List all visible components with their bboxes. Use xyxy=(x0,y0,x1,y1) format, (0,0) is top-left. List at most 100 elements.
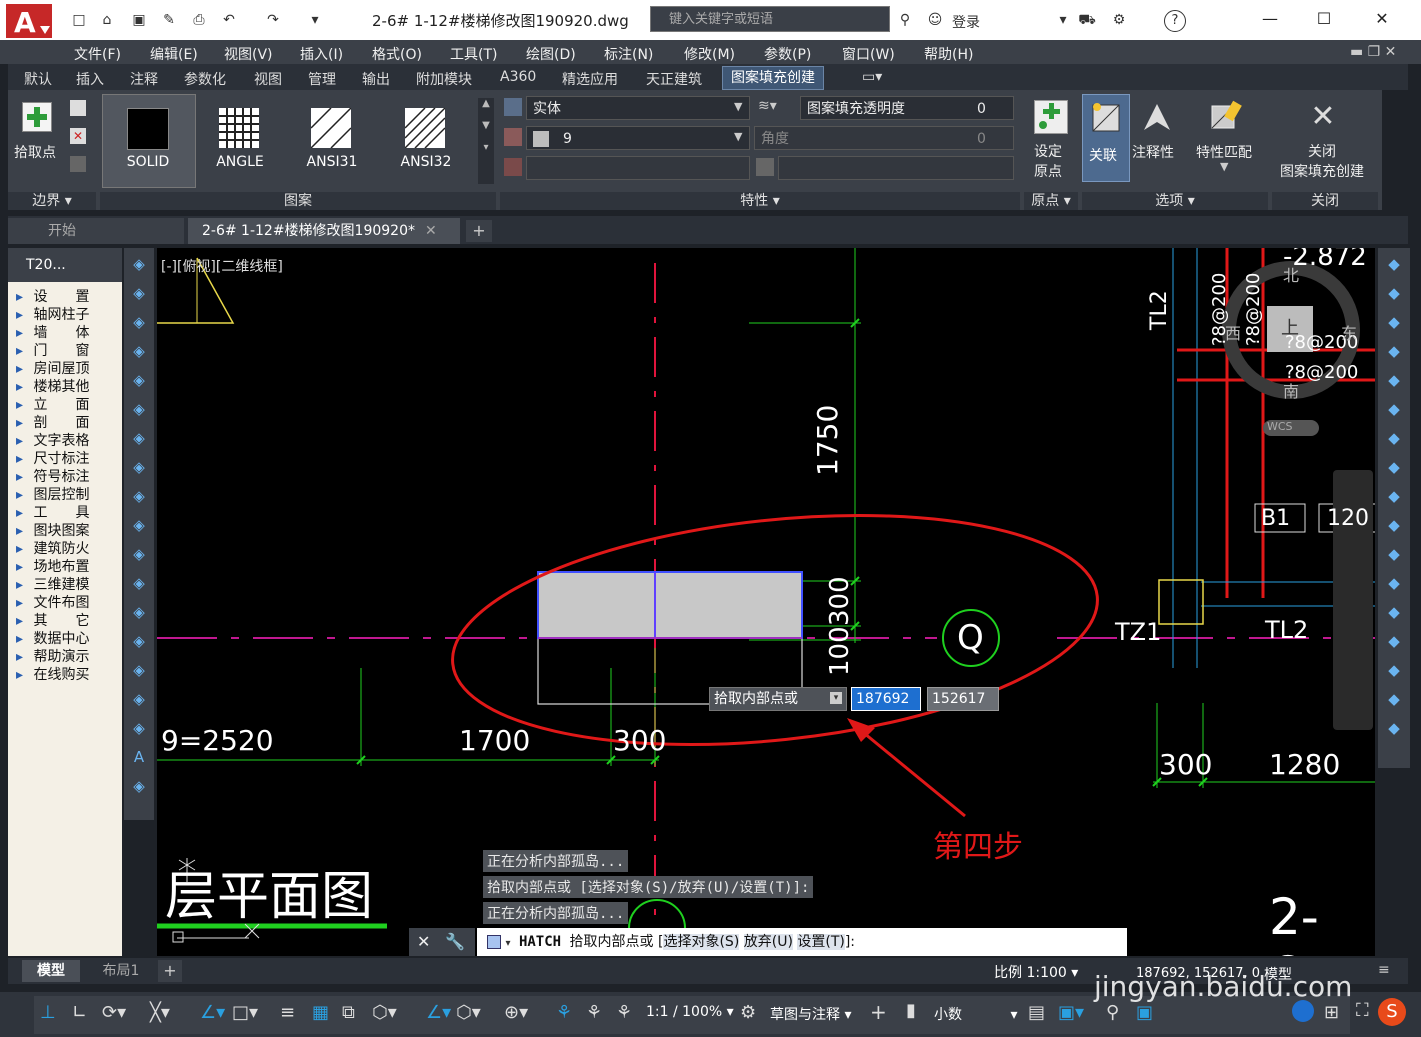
associative-button[interactable]: 关联 xyxy=(1082,94,1130,182)
new-file-icon[interactable]: □ xyxy=(68,10,90,30)
expand-arrow-icon[interactable]: ▸ xyxy=(16,451,27,467)
palette-item[interactable]: ▸ 房间屋顶 xyxy=(16,358,89,378)
palette-item[interactable]: ▸ 符号标注 xyxy=(16,466,89,486)
expand-arrow-icon[interactable]: ▸ xyxy=(16,577,27,593)
isolate-objects-icon[interactable]: ⚲ xyxy=(1106,1002,1119,1023)
close-command-icon[interactable]: ✕ xyxy=(417,932,430,951)
revcloud-tool-icon[interactable]: ◈ xyxy=(129,428,149,448)
set-origin-label[interactable]: 设定 原点 xyxy=(1034,142,1062,182)
close-hatch-icon[interactable]: ✕ xyxy=(1306,100,1340,134)
tab-layout1[interactable]: 布局1 xyxy=(88,960,154,982)
expand-arrow-icon[interactable]: ▸ xyxy=(16,505,27,521)
menu-dimension[interactable]: 标注(N) xyxy=(604,44,653,64)
tab-tangent[interactable]: 天正建筑 xyxy=(646,69,702,89)
annotative-icon[interactable] xyxy=(1142,102,1172,132)
tab-parametric[interactable]: 参数化 xyxy=(184,69,226,89)
auto-scale-icon[interactable]: ⚘ xyxy=(586,1002,602,1023)
selection-cycling-icon[interactable]: ⧉ xyxy=(342,1002,355,1023)
customization-icon[interactable]: ⊞ xyxy=(1324,1002,1339,1023)
menu-edit[interactable]: 编辑(E) xyxy=(150,44,198,64)
circle-tool-icon[interactable]: ◈ xyxy=(129,399,149,419)
expand-arrow-icon[interactable]: ▸ xyxy=(16,631,27,647)
cart-icon[interactable]: ⛟ xyxy=(1076,10,1098,30)
tab-default[interactable]: 默认 xyxy=(24,69,52,89)
tab-a360[interactable]: A360 xyxy=(500,69,536,85)
palette-title[interactable]: T20... xyxy=(8,248,122,282)
pattern-ansi32[interactable]: ANSI32 xyxy=(384,96,468,180)
palette-item[interactable]: ▸ 立 面 xyxy=(16,394,89,414)
transparency-field[interactable]: 图案填充透明度 0 xyxy=(800,96,1014,120)
undo-icon[interactable]: ↶ xyxy=(218,10,240,30)
trim-tool-icon[interactable]: ◆ xyxy=(1384,515,1404,535)
rotate-tool-icon[interactable]: ◆ xyxy=(1384,428,1404,448)
option-select-objects[interactable]: 选择对象(S) xyxy=(663,934,740,950)
expand-arrow-icon[interactable]: ▸ xyxy=(16,541,27,557)
dynamic-input-x[interactable]: 187692 xyxy=(851,687,921,711)
set-origin-icon[interactable] xyxy=(1034,100,1068,134)
viewcube-top[interactable]: 上 xyxy=(1281,314,1299,340)
polygon-tool-icon[interactable]: ◈ xyxy=(129,312,149,332)
hatch-tool-icon[interactable]: ◈ xyxy=(129,631,149,651)
dynamic-input-y[interactable]: 152617 xyxy=(927,687,999,711)
arc-tool-icon[interactable]: ◈ xyxy=(129,370,149,390)
expand-arrow-icon[interactable]: ▸ xyxy=(16,613,27,629)
workspace-gear-icon[interactable]: ⚙ xyxy=(740,1002,756,1023)
array-tool-icon[interactable]: ◆ xyxy=(1384,370,1404,390)
background-color-select[interactable] xyxy=(526,156,750,180)
rectangle-tool-icon[interactable]: ◈ xyxy=(129,341,149,361)
palette-item[interactable]: ▸ 剖 面 xyxy=(16,412,89,432)
mirror-tool-icon[interactable]: ◆ xyxy=(1384,312,1404,332)
ortho-icon[interactable]: ∟ xyxy=(72,1002,87,1023)
command-icon[interactable] xyxy=(487,935,501,949)
selection-filter-icon[interactable]: ⬡▾ xyxy=(456,1002,481,1023)
login-dropdown-icon[interactable]: ▾ xyxy=(1052,10,1074,30)
copy-tool-icon[interactable]: ◆ xyxy=(1384,283,1404,303)
expand-arrow-icon[interactable]: ▸ xyxy=(16,595,27,611)
new-tab-button[interactable]: + xyxy=(466,220,492,242)
save-as-icon[interactable]: ✎ xyxy=(158,10,180,30)
annotation-monitor-icon[interactable]: + xyxy=(870,1000,887,1024)
menu-draw[interactable]: 绘图(D) xyxy=(526,44,576,64)
region-tool-icon[interactable]: ◈ xyxy=(129,689,149,709)
autocad-logo-icon[interactable]: A xyxy=(6,4,52,39)
scale-tool-icon[interactable]: ◆ xyxy=(1384,457,1404,477)
section-boundary[interactable]: 边界 ▾ xyxy=(8,192,96,210)
expand-arrow-icon[interactable]: ▸ xyxy=(16,343,27,359)
line-tool-icon[interactable]: ◈ xyxy=(129,254,149,274)
scale-field[interactable] xyxy=(778,156,1014,180)
expand-arrow-icon[interactable]: ▸ xyxy=(16,361,27,377)
remove-boundary-icon[interactable]: ✕ xyxy=(70,128,86,144)
move-tool-icon[interactable]: ◆ xyxy=(1384,399,1404,419)
offset-tool-icon[interactable]: ◆ xyxy=(1384,341,1404,361)
expand-arrow-icon[interactable]: ▸ xyxy=(16,649,27,665)
insert-block-tool-icon[interactable]: ◈ xyxy=(129,544,149,564)
palette-item[interactable]: ▸ 图层控制 xyxy=(16,484,89,504)
join-tool-icon[interactable]: ◆ xyxy=(1384,602,1404,622)
option-undo[interactable]: 放弃(U) xyxy=(743,934,793,950)
palette-item[interactable]: ▸ 文件布图 xyxy=(16,592,89,612)
search-input[interactable]: 键入关键字或短语 xyxy=(650,6,890,32)
menu-insert[interactable]: 插入(I) xyxy=(300,44,343,64)
match-properties-label[interactable]: 特性匹配 xyxy=(1196,142,1252,162)
quick-access-dropdown-icon[interactable]: ▾ xyxy=(304,10,326,30)
tab-start[interactable]: 开始 xyxy=(8,218,184,244)
tab-annotate[interactable]: 注释 xyxy=(130,69,158,89)
pattern-solid[interactable]: SOLID xyxy=(106,96,190,180)
lineweight-icon[interactable]: ≡ xyxy=(280,1002,295,1023)
dynamic-ucs-icon[interactable]: ∠▾ xyxy=(426,1002,451,1023)
object-snap-icon[interactable]: □▾ xyxy=(232,1002,258,1023)
viewcube-east[interactable]: 东 xyxy=(1341,320,1357,344)
recreate-boundary-icon[interactable] xyxy=(70,156,86,172)
expand-arrow-icon[interactable]: ▸ xyxy=(16,487,27,503)
wcs-menu[interactable]: WCS xyxy=(1267,420,1293,433)
customize-status-icon[interactable]: ≡ xyxy=(1378,962,1396,980)
polyline-tool-icon[interactable]: ◈ xyxy=(129,283,149,303)
redo-icon[interactable]: ↷ xyxy=(262,10,284,30)
command-line-input[interactable]: ▾ HATCH 拾取内部点或 [选择对象(S) 放弃(U) 设置(T)]: xyxy=(477,928,1127,956)
viewcube-south[interactable]: 南 xyxy=(1283,378,1299,402)
pick-point-label[interactable]: 拾取点 xyxy=(14,142,56,162)
spline-tool-icon[interactable]: ◈ xyxy=(129,457,149,477)
palette-item[interactable]: ▸ 文字表格 xyxy=(16,430,89,450)
dynamic-input-arrow-icon[interactable]: ▾ xyxy=(830,692,842,704)
tab-active-document[interactable]: 2-6# 1-12#楼梯修改图190920* ✕ xyxy=(188,218,460,244)
